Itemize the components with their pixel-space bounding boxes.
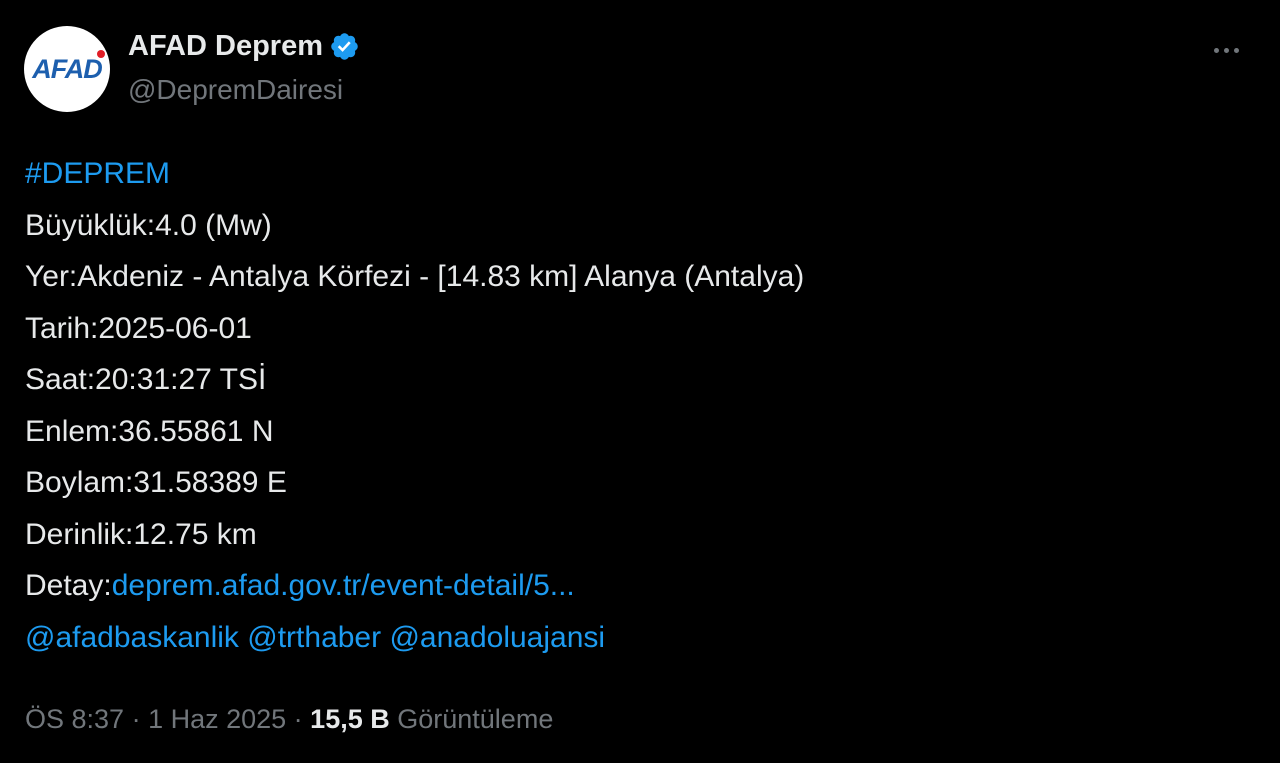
tweet-line-time: Saat:20:31:27 TSİ — [25, 363, 267, 396]
tweet-text: #DEPREM Büyüklük:4.0 (Mw) Yer:Akdeniz - … — [25, 148, 804, 663]
mention-afadbaskanlik[interactable]: @afadbaskanlik — [25, 621, 239, 654]
afad-logo: AFAD — [32, 49, 105, 85]
meta-separator: · — [124, 704, 149, 734]
tweet-line-date: Tarih:2025-06-01 — [25, 311, 252, 345]
tweet-time[interactable]: ÖS 8:37 — [25, 704, 124, 734]
tweet-date[interactable]: 1 Haz 2025 — [148, 704, 286, 734]
tweet-line-latitude: Enlem:36.55861 N — [25, 414, 274, 448]
more-options-icon[interactable] — [1204, 32, 1248, 68]
tweet-line-depth: Derinlik:12.75 km — [25, 517, 257, 551]
mention-trthaber[interactable]: @trthaber — [247, 621, 381, 654]
mentions-line: @afadbaskanlik @trthaber @anadoluajansi — [25, 612, 804, 664]
display-name: AFAD Deprem — [128, 30, 323, 62]
tweet-line-magnitude: Büyüklük:4.0 (Mw) — [25, 208, 272, 242]
avatar[interactable]: AFAD — [24, 26, 110, 112]
meta-separator-2: · — [286, 704, 311, 734]
tweet-line-longitude: Boylam:31.58389 E — [25, 466, 287, 499]
logo-dot — [96, 49, 105, 58]
tweet-line-detail: Detay:deprem.afad.gov.tr/event-detail/5.… — [25, 560, 804, 612]
verified-badge-icon — [331, 33, 358, 60]
author-handle[interactable]: @DepremDairesi — [128, 74, 343, 106]
mention-anadoluajansi[interactable]: @anadoluajansi — [389, 621, 605, 654]
views-label: Görüntüleme — [397, 704, 554, 734]
author-name-link[interactable]: AFAD Deprem — [128, 30, 360, 63]
hashtag-link[interactable]: #DEPREM — [25, 148, 804, 200]
detail-label: Detay: — [25, 569, 112, 602]
views-count: 15,5 B — [310, 704, 390, 734]
tweet-line-location: Yer:Akdeniz - Antalya Körfezi - [14.83 k… — [25, 260, 805, 293]
detail-link[interactable]: deprem.afad.gov.tr/event-detail/5... — [112, 569, 575, 602]
tweet-meta: ÖS 8:37 · 1 Haz 2025 · 15,5 B Görüntülem… — [25, 704, 553, 735]
